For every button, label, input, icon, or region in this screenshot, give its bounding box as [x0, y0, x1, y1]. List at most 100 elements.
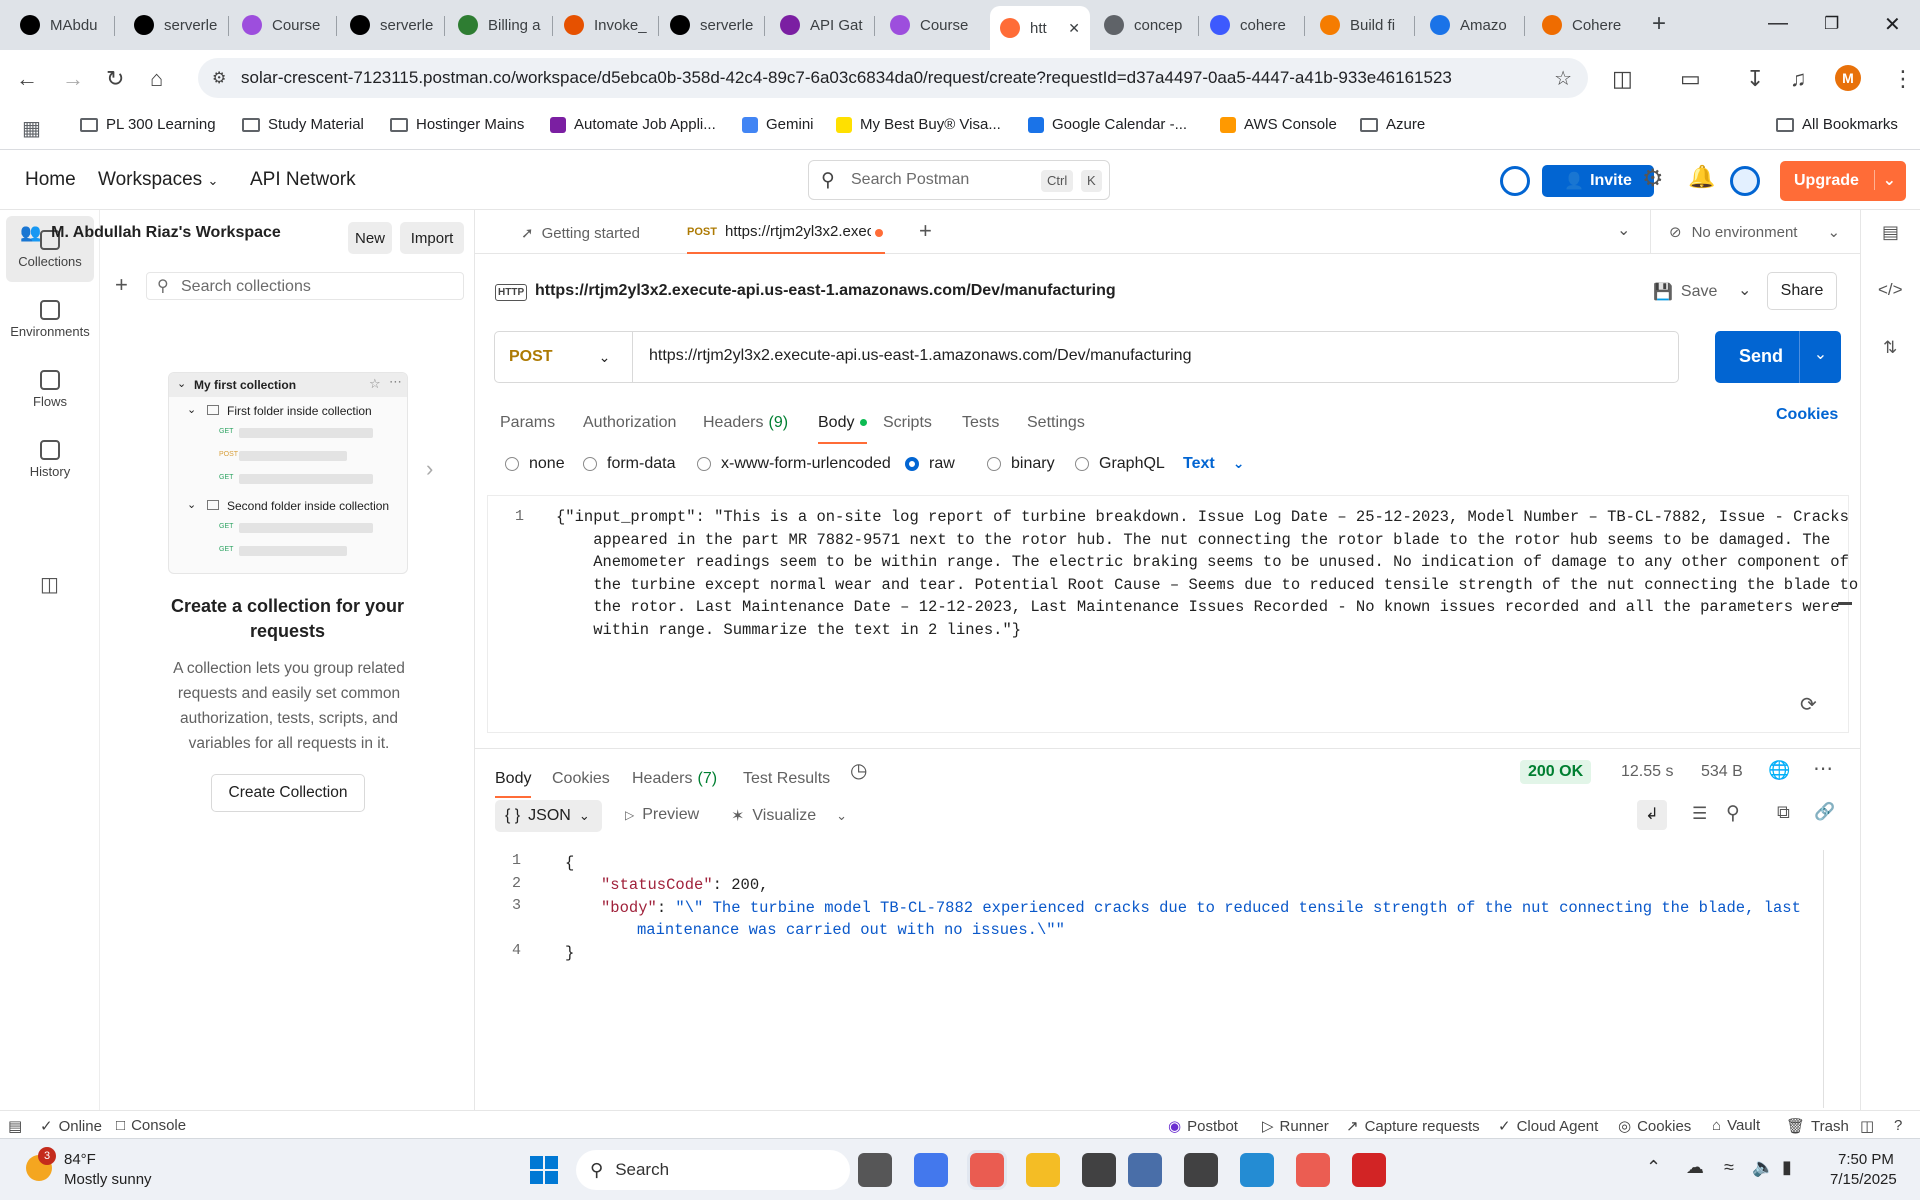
clock-time[interactable]: 7:50 PM [1838, 1151, 1894, 1168]
forward-icon[interactable]: → [62, 66, 84, 92]
send-options-chevron-icon[interactable]: ⌄ [1799, 331, 1841, 383]
nav-workspaces[interactable]: Workspaces ⌄ [98, 169, 218, 191]
media-icon[interactable]: ♫ [1790, 66, 1807, 92]
browser-tab[interactable]: MAbdu [10, 8, 108, 42]
windows-start-icon[interactable] [530, 1156, 558, 1184]
response-body-viewer[interactable]: 1 2 3 4 { "statusCode": 200, "body": "\" Th… [475, 840, 1824, 1110]
radio-button[interactable] [583, 457, 597, 471]
sidebar-item-environments[interactable]: Environments [6, 286, 94, 352]
task-view-icon[interactable] [858, 1153, 892, 1187]
wrap-lines-icon[interactable]: ↲ [1637, 800, 1667, 830]
radio-button[interactable] [1075, 457, 1089, 471]
save-button[interactable]: 💾 Save [1653, 282, 1717, 302]
tab-getting-started[interactable]: ➚ Getting started [521, 224, 640, 243]
browser-tab[interactable]: concep [1094, 8, 1192, 42]
volume-icon[interactable]: 🔈 [1752, 1157, 1774, 1178]
body-type-raw[interactable]: raw [905, 455, 955, 473]
radio-button[interactable] [505, 457, 519, 471]
all-bookmarks[interactable]: All Bookmarks [1776, 116, 1898, 133]
new-tab-button[interactable]: + [1652, 10, 1666, 38]
add-collection-icon[interactable]: + [115, 272, 128, 298]
browser-tab[interactable]: Invoke_ [554, 8, 652, 42]
sidebar-item-history[interactable]: History [6, 426, 94, 492]
body-type-none[interactable]: none [505, 455, 565, 473]
capture-requests-button[interactable]: ↗ Capture requests [1346, 1117, 1480, 1136]
close-tab-icon[interactable]: ✕ [1068, 20, 1080, 37]
tab-settings[interactable]: Settings [1027, 414, 1085, 432]
body-type-x-www-form-urlencoded[interactable]: x-www-form-urlencoded [697, 455, 891, 473]
cookies-button[interactable]: ◎ Cookies [1618, 1117, 1691, 1136]
bookmark-star-icon[interactable]: ☆ [1554, 66, 1572, 91]
response-tab-body[interactable]: Body [495, 770, 532, 798]
beautify-icon[interactable]: ⟳ [1800, 692, 1817, 717]
todo-icon[interactable] [914, 1153, 948, 1187]
create-collection-button[interactable]: Create Collection [211, 774, 365, 812]
browser-tab[interactable]: serverle [340, 8, 438, 42]
sync-status-icon[interactable] [1500, 166, 1530, 196]
bookmark-item[interactable]: Automate Job Appli... [550, 116, 716, 133]
weather-widget[interactable]: 3 84°F Mostly sunny [26, 1147, 196, 1191]
invite-button[interactable]: 👤 Invite [1542, 165, 1654, 197]
request-title[interactable]: https://rtjm2yl3x2.execute-api.us-east-1… [535, 282, 1116, 300]
related-collections-icon[interactable]: ⇅ [1883, 338, 1897, 358]
preview-button[interactable]: ▷ Preview [625, 806, 699, 824]
cloud-agent-button[interactable]: ✓ Cloud Agent [1498, 1117, 1598, 1136]
response-size[interactable]: 534 B [1701, 763, 1743, 781]
response-tab-cookies[interactable]: Cookies [552, 770, 610, 788]
sidebar-item-flows[interactable]: Flows [6, 356, 94, 422]
help-icon[interactable]: ? [1894, 1117, 1902, 1134]
minimize-icon[interactable]: — [1768, 12, 1788, 35]
console-button[interactable]: □ Console [116, 1117, 186, 1134]
nav-home[interactable]: Home [25, 169, 76, 191]
postbot-button[interactable]: ◉ Postbot [1168, 1117, 1238, 1136]
address-bar[interactable]: ⚙ solar-crescent-7123115.postman.co/work… [198, 58, 1588, 98]
body-type-binary[interactable]: binary [987, 455, 1055, 473]
share-button[interactable]: Share [1767, 272, 1837, 310]
site-info-icon[interactable]: ⚙ [212, 68, 226, 88]
new-button[interactable]: New [348, 222, 392, 254]
bookmark-item[interactable]: Google Calendar -... [1028, 116, 1187, 133]
settings-gear-icon[interactable]: ⚙ [1642, 164, 1664, 193]
notifications-bell-icon[interactable]: 🔔 [1688, 164, 1715, 190]
file-explorer-icon[interactable] [1026, 1153, 1060, 1187]
browser-tab[interactable]: serverle [660, 8, 758, 42]
browser-tab[interactable]: Cohere [1532, 8, 1630, 42]
copy-icon[interactable]: ⧉ [1777, 802, 1790, 823]
vault-button[interactable]: ⌂ Vault [1712, 1117, 1760, 1134]
bookmark-item[interactable]: Azure [1360, 116, 1425, 133]
chevron-down-icon[interactable]: ⌄ [1873, 170, 1896, 190]
profile-avatar[interactable]: M [1835, 65, 1861, 91]
bookmark-item[interactable]: My Best Buy® Visa... [836, 116, 1001, 133]
browser-tab[interactable]: Billing a [448, 8, 546, 42]
response-tab-test-results[interactable]: Test Results [743, 770, 830, 788]
editor-scrollbar[interactable] [1838, 602, 1852, 605]
upgrade-button[interactable]: Upgrade ⌄ [1780, 161, 1906, 201]
toggle-sidebar-icon[interactable]: ▤ [8, 1117, 22, 1135]
tab-params[interactable]: Params [500, 414, 555, 432]
response-time[interactable]: 12.55 s [1621, 763, 1673, 781]
nav-api-network[interactable]: API Network [250, 169, 356, 191]
clock-date[interactable]: 7/15/2025 [1830, 1171, 1897, 1188]
radio-button[interactable] [987, 457, 1001, 471]
radio-button[interactable] [905, 457, 919, 471]
account-avatar[interactable] [1730, 166, 1760, 196]
back-icon[interactable]: ← [16, 66, 38, 92]
response-scrollbar[interactable] [1823, 850, 1824, 1108]
taskbar-search[interactable]: ⚲ Search [576, 1150, 850, 1190]
wifi-icon[interactable]: ≈ [1724, 1157, 1734, 1178]
vscode-icon[interactable] [1240, 1153, 1274, 1187]
bookmark-item[interactable]: Study Material [242, 116, 364, 133]
chevron-right-icon[interactable]: › [426, 456, 433, 482]
search-response-icon[interactable]: ⚲ [1726, 802, 1740, 825]
cast-icon[interactable]: ▭ [1680, 66, 1701, 92]
response-status-badge[interactable]: 200 OK [1520, 760, 1592, 784]
reload-icon[interactable]: ↻ [106, 66, 124, 92]
tabs-dropdown-icon[interactable]: ⌄ [1617, 220, 1630, 240]
download-icon[interactable]: ↧ [1746, 66, 1764, 92]
visualize-button[interactable]: ✶ Visualize ⌄ [731, 806, 847, 826]
body-type-form-data[interactable]: form-data [583, 455, 675, 473]
link-icon[interactable]: 🔗 [1814, 802, 1835, 822]
browser-tab[interactable]: API Gat [770, 8, 868, 42]
tab-active-request[interactable]: POST https://rtjm2yl3x2.exec [687, 210, 885, 254]
code-snippet-icon[interactable]: </> [1878, 280, 1903, 300]
